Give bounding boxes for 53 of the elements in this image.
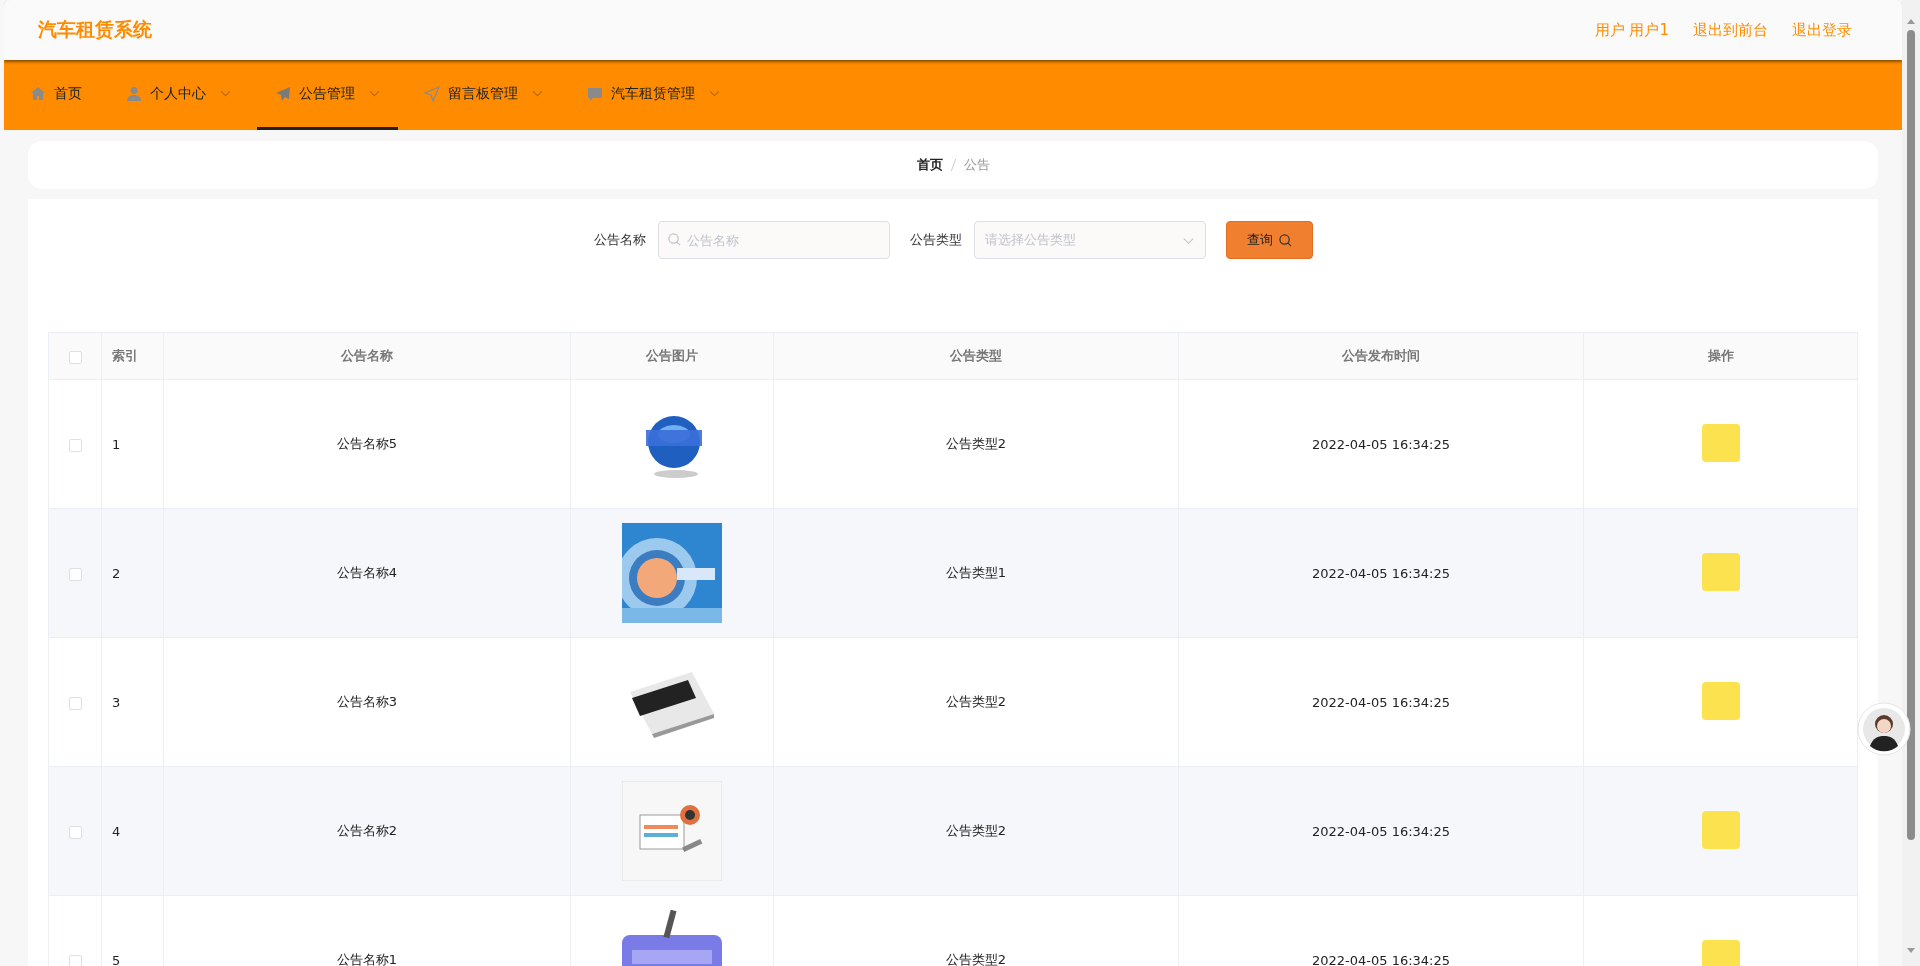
action-button[interactable] bbox=[1701, 939, 1740, 966]
column-header: 公告发布时间 bbox=[1178, 332, 1584, 380]
table-cell: 公告名称2 bbox=[163, 766, 571, 896]
table-cell: 2 bbox=[101, 508, 164, 638]
send-icon bbox=[275, 85, 291, 102]
chat-icon bbox=[587, 85, 603, 102]
field-label: 公告名称 bbox=[593, 231, 646, 249]
search-field[interactable]: 公告名称 bbox=[657, 221, 890, 259]
table-cell: 2022-04-05 16:34:25 bbox=[1178, 637, 1584, 767]
table-cell: 2022-04-05 16:34:25 bbox=[1178, 766, 1584, 896]
nav-tab[interactable]: 汽车租赁管理 bbox=[569, 60, 738, 130]
table-cell: 4 bbox=[101, 766, 164, 896]
select-all-checkbox[interactable] bbox=[68, 350, 82, 364]
row-checkbox[interactable] bbox=[68, 954, 82, 966]
avatar-icon[interactable] bbox=[1857, 702, 1911, 756]
table-cell: 公告类型1 bbox=[773, 508, 1179, 638]
table-cell: 3 bbox=[101, 637, 164, 767]
action-button[interactable] bbox=[1701, 810, 1740, 849]
action-button[interactable] bbox=[1701, 552, 1740, 591]
table-cell: 公告名称3 bbox=[163, 637, 571, 767]
column-header: 操作 bbox=[1583, 332, 1858, 380]
home-icon bbox=[30, 85, 46, 102]
table-cell: 公告名称4 bbox=[163, 508, 571, 638]
row-checkbox[interactable] bbox=[68, 696, 82, 710]
column-header: 公告名称 bbox=[163, 332, 571, 380]
user-icon bbox=[126, 85, 142, 102]
action-button[interactable] bbox=[1701, 681, 1740, 720]
row-checkbox[interactable] bbox=[68, 825, 82, 839]
field-label: 公告类型 bbox=[909, 231, 962, 249]
table-cell: 公告类型2 bbox=[773, 637, 1179, 767]
column-header: 公告类型 bbox=[773, 332, 1179, 380]
nav-tab[interactable]: 公告管理 bbox=[257, 60, 398, 130]
app-title: 汽车租赁系统 bbox=[38, 17, 153, 42]
column-header: 索引 bbox=[101, 332, 164, 380]
column-header: 公告图片 bbox=[570, 332, 774, 380]
nav-tab[interactable]: 留言板管理 bbox=[406, 60, 561, 130]
search-icon bbox=[1278, 233, 1292, 247]
table-cell: 2022-04-05 16:34:25 bbox=[1178, 508, 1584, 638]
nav-tab[interactable]: 首页 bbox=[12, 60, 100, 130]
table-cell: 2022-04-05 16:34:25 bbox=[1178, 379, 1584, 509]
table-cell: 1 bbox=[101, 379, 164, 509]
table-cell: 公告名称5 bbox=[163, 379, 571, 509]
table-cell: 公告类型2 bbox=[773, 379, 1179, 509]
breadcrumb-current: 公告 bbox=[963, 156, 990, 174]
action-button[interactable] bbox=[1701, 423, 1740, 462]
query-button[interactable]: 查询 bbox=[1225, 221, 1313, 259]
search-icon bbox=[667, 233, 681, 246]
table-cell: 公告类型2 bbox=[773, 766, 1179, 896]
row-checkbox[interactable] bbox=[68, 438, 82, 452]
row-checkbox[interactable] bbox=[68, 567, 82, 581]
navigation-icon bbox=[424, 85, 440, 102]
breadcrumb-link[interactable]: 首页 bbox=[916, 156, 943, 174]
nav-tab[interactable]: 个人中心 bbox=[108, 60, 249, 130]
